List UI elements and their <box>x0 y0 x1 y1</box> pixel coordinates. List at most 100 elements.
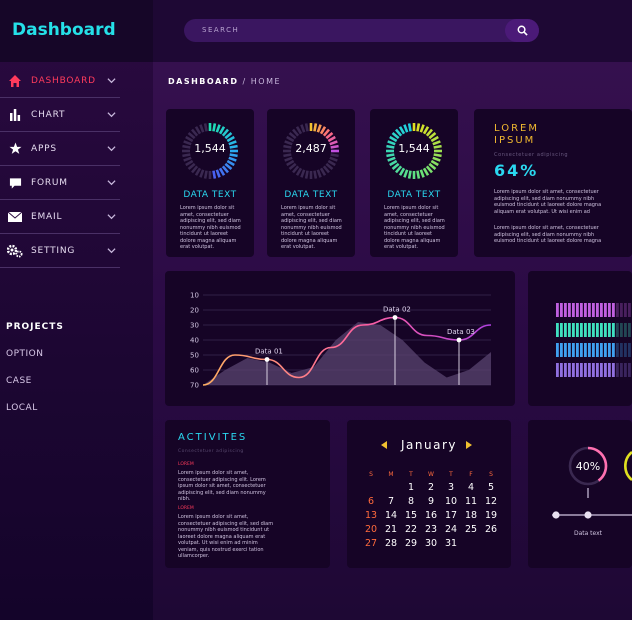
color-bar-segment <box>592 303 595 317</box>
calendar-day[interactable]: 16 <box>421 508 441 522</box>
calendar-day[interactable]: 31 <box>441 536 461 550</box>
calendar-day[interactable]: 24 <box>441 522 461 536</box>
color-bar-segment <box>560 343 563 357</box>
calendar-day[interactable]: 17 <box>441 508 461 522</box>
ring-segment <box>228 156 237 162</box>
project-item-option[interactable]: OPTION <box>6 349 64 359</box>
calendar-day[interactable]: 15 <box>401 508 421 522</box>
calendar-day[interactable]: 22 <box>401 522 421 536</box>
project-item-case[interactable]: CASE <box>6 376 64 386</box>
ring-segment <box>304 123 309 132</box>
ring-segment <box>194 167 202 176</box>
ring-segment <box>292 165 300 174</box>
timeline-node[interactable] <box>552 511 560 519</box>
calendar-day[interactable]: 2 <box>421 480 441 494</box>
calendar-day[interactable]: 29 <box>401 536 421 550</box>
color-bar-segment <box>616 303 619 317</box>
ring-segment <box>391 132 400 140</box>
ring-segment <box>226 135 235 143</box>
stat-value: 2,487 <box>295 142 327 155</box>
color-bar-segment <box>596 303 599 317</box>
calendar-day[interactable]: 14 <box>381 508 401 522</box>
line-chart-card: 10 20 30 40 50 60 70 Data 01 Data 02 Data 03 <box>165 271 515 406</box>
sidebar-item-label: CHART <box>31 109 66 120</box>
calendar-day[interactable]: 1 <box>401 480 421 494</box>
ring-segment <box>416 170 421 179</box>
color-bars-card <box>528 271 632 406</box>
calendar-day[interactable]: 21 <box>381 522 401 536</box>
timeline-node[interactable] <box>584 511 592 519</box>
sidebar-item-setting[interactable]: SETTING <box>0 234 120 268</box>
search-button[interactable] <box>505 19 539 42</box>
ring-segment <box>203 123 208 132</box>
search-input[interactable]: SEARCH <box>184 19 539 42</box>
calendar-day[interactable]: 10 <box>441 494 461 508</box>
search-placeholder: SEARCH <box>202 26 240 34</box>
calendar-day[interactable]: 12 <box>481 494 501 508</box>
ring-segment <box>329 156 338 162</box>
calendar-day[interactable]: 3 <box>441 480 461 494</box>
sidebar-item-apps[interactable]: APPS <box>0 132 120 166</box>
sidebar-item-chart[interactable]: CHART <box>0 98 120 132</box>
ring-segment <box>430 159 439 167</box>
ring-segment <box>316 169 322 178</box>
chevron-down-icon <box>107 146 116 152</box>
ring-segment <box>403 124 409 133</box>
calendar-day[interactable]: 6 <box>361 494 381 508</box>
weekday-label: T <box>409 470 413 478</box>
lorem-body: Lorem ipsum dolor sit amet, consectetuer… <box>494 225 602 244</box>
sidebar-item-email[interactable]: EMAIL <box>0 200 120 234</box>
ring-segment <box>319 126 327 135</box>
stat-card: 1,544 DATA TEXT Lorem ipsum dolor sit am… <box>166 109 254 257</box>
project-item-local[interactable]: LOCAL <box>6 403 64 413</box>
projects-title: PROJECTS <box>6 322 64 332</box>
y-tick-label: 30 <box>190 322 199 330</box>
data-point[interactable] <box>392 315 398 320</box>
ring-segment <box>288 132 297 140</box>
calendar-day[interactable]: 28 <box>381 536 401 550</box>
ring-segment <box>286 135 295 143</box>
ring-segment <box>224 132 233 140</box>
color-bar-segment <box>564 323 567 337</box>
ring-segment <box>316 124 322 133</box>
ring-segment <box>187 132 196 140</box>
calendar-day[interactable]: 8 <box>401 494 421 508</box>
calendar-day[interactable]: 18 <box>461 508 481 522</box>
calendar-day[interactable]: 7 <box>381 494 401 508</box>
calendar-day[interactable]: 11 <box>461 494 481 508</box>
next-month-button[interactable] <box>466 441 472 449</box>
color-bar-segment <box>612 323 615 337</box>
activities-title: ACTIVITES <box>178 432 248 443</box>
calendar-day[interactable]: 4 <box>461 480 481 494</box>
color-bar-segment <box>620 363 623 377</box>
calendar-day[interactable]: 23 <box>421 522 441 536</box>
sidebar-item-label: SETTING <box>31 245 76 256</box>
calendar-day[interactable]: 9 <box>421 494 441 508</box>
ring-segment <box>304 170 309 179</box>
calendar-day[interactable]: 5 <box>481 480 501 494</box>
calendar-day[interactable]: 27 <box>361 536 381 550</box>
y-tick-label: 70 <box>190 382 199 390</box>
calendar-day[interactable]: 13 <box>361 508 381 522</box>
calendar-day[interactable]: 19 <box>481 508 501 522</box>
sidebar: Dashboard DASHBOARD CHART APPS FORUM EMA… <box>0 0 153 620</box>
data-point[interactable] <box>264 357 270 362</box>
calendar-day[interactable]: 25 <box>461 522 481 536</box>
annotation-label: Data 01 <box>255 348 283 356</box>
breadcrumb-section[interactable]: DASHBOARD <box>168 77 238 86</box>
ring-segment <box>218 126 226 135</box>
calendar-day[interactable]: 26 <box>481 522 501 536</box>
calendar-day[interactable]: 30 <box>421 536 441 550</box>
ring-segment <box>322 165 330 174</box>
data-point[interactable] <box>456 337 462 343</box>
gauge: 40% Data text <box>552 446 632 537</box>
activity-body: Lorem ipsum dolor sit amet, consectetuer… <box>178 514 274 559</box>
color-bar-segment <box>628 303 631 317</box>
ring-segment <box>212 123 217 132</box>
sidebar-item-forum[interactable]: FORUM <box>0 166 120 200</box>
calendar-day[interactable]: 20 <box>361 522 381 536</box>
color-bar-segment <box>608 303 611 317</box>
home-icon <box>7 73 23 89</box>
sidebar-item-dashboard[interactable]: DASHBOARD <box>0 64 120 98</box>
activity-heading: LOREM <box>178 462 194 467</box>
